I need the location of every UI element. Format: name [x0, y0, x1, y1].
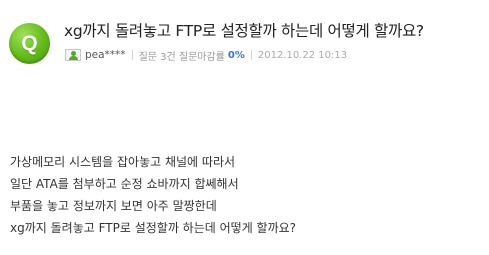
question-stats: 질문 3건 질문마감률 [138, 51, 225, 63]
author-nickname[interactable]: pea**** [85, 49, 126, 61]
question-badge-letter: Q [21, 31, 38, 55]
close-rate: 0% [227, 49, 245, 61]
body-line: xg까지 돌려놓고 FTP로 설정할까 하는데 어떻게 할까요? [10, 221, 297, 235]
body-line: 가상메모리 시스템을 잡아놓고 채널에 따라서 [10, 155, 236, 169]
meta-divider [250, 50, 252, 60]
question-body: 가상메모리 시스템을 잡아놓고 채널에 따라서 일단 ATA를 첨부하고 순정 … [10, 151, 296, 239]
question-meta: pea**** 질문 3건 질문마감률 0% 2012.10.22 10:13 [65, 48, 348, 63]
meta-divider [131, 50, 133, 60]
body-line: 일단 ATA를 첨부하고 순정 쇼바까지 합쎄해서 [10, 177, 239, 191]
body-line: 부품을 놓고 정보까지 보면 아주 말짱한데 [10, 199, 217, 213]
user-avatar-icon[interactable] [65, 49, 81, 61]
question-badge: Q [9, 23, 50, 64]
question-title: xg까지 돌려놓고 FTP로 설정할까 하는데 어떻게 할까요? [64, 22, 424, 40]
question-date: 2012.10.22 10:13 [257, 49, 348, 61]
